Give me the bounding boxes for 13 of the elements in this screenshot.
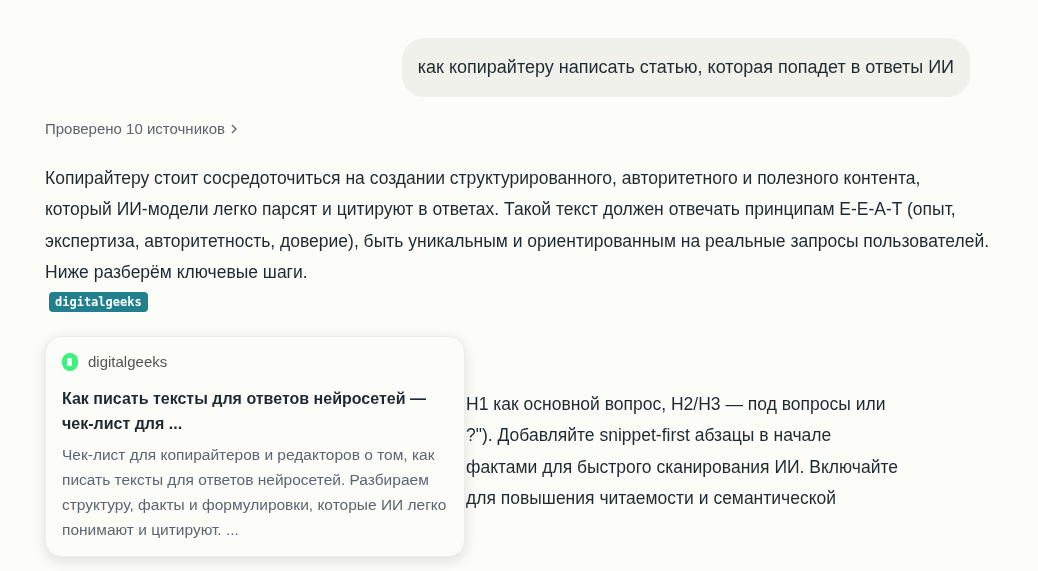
chevron-right-icon bbox=[231, 124, 238, 135]
source-snippet: Чек-лист для копирайтеров и редакторов о том, как писать тексты для ответов нейросетей. Разбираем структуру, факты и формулировки, которые ИИ легко понимают и цитируют. ... bbox=[62, 444, 448, 540]
answer-paragraph: Копирайтеру стоит сосредоточиться на создании структурированного, авторитетного и полезного контента, который ИИ-модели легко парсят и цитируют в ответах. Такой текст должен отвечать принципам E-E-A-T (опыт, экспертиза, авторитетность, доверие), быть уникальным и ориентированным на реальные запросы пользователей. Ниже разберём ключевые шаги. bbox=[45, 166, 990, 284]
answer-text-line: для повышения читаемости и семантической bbox=[466, 487, 838, 510]
citation-chip[interactable]: digitalgeeks bbox=[49, 291, 148, 312]
answer-text-line: фактами для быстрого сканирования ИИ. Включайте bbox=[466, 455, 899, 479]
source-title[interactable]: Как писать тексты для ответов нейросетей — чек-лист для ... bbox=[62, 385, 448, 436]
answer-text-line: ?"). Добавляйте snippet-first абзацы в начале bbox=[466, 424, 833, 447]
answer-text-line: Н1 как основной вопрос, Н2/Н3 — под вопросы или bbox=[466, 392, 887, 416]
site-logo-icon bbox=[62, 353, 78, 372]
sources-link[interactable]: Проверено 10 источников bbox=[45, 118, 238, 141]
site-name: digitalgeeks bbox=[88, 352, 168, 372]
user-message: как копирайтеру написать статью, которая попадет в ответы ИИ bbox=[401, 38, 970, 97]
